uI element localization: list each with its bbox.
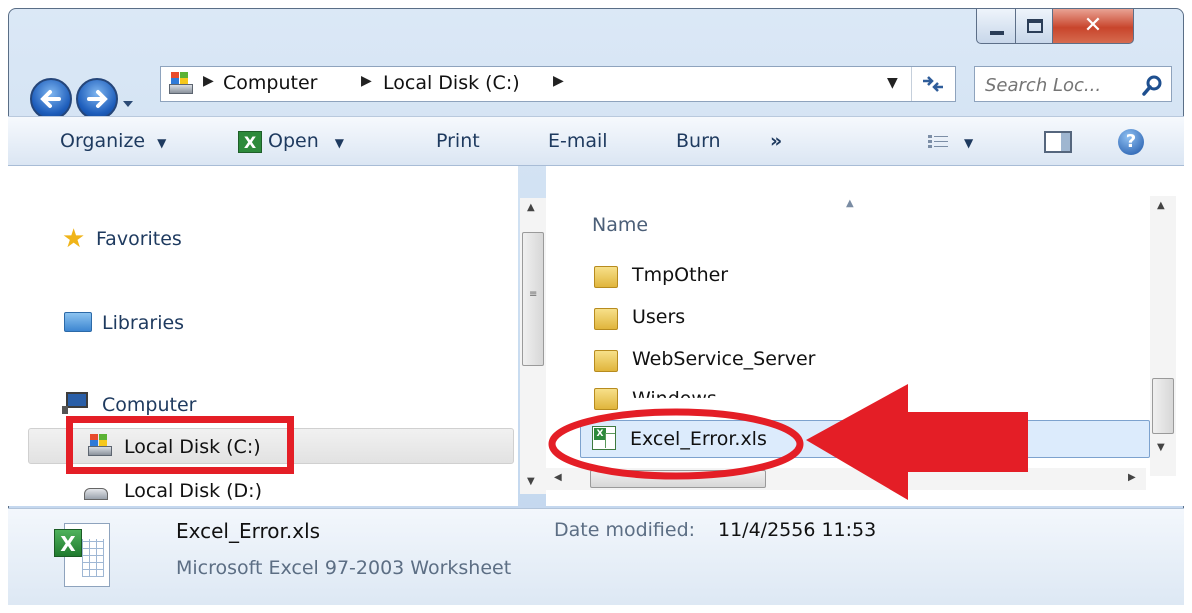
nav-local-disk-d[interactable]: Local Disk (D:) [124, 480, 262, 502]
organize-label: Organize [60, 130, 146, 152]
file-item[interactable]: Users [632, 306, 685, 328]
drive-icon [84, 488, 108, 500]
folder-icon [594, 308, 618, 330]
highlight-rectangle [66, 416, 294, 474]
address-bar[interactable]: ▶ Computer ▶ Local Disk (C:) ▶ ▼ [160, 66, 956, 102]
libraries-icon [64, 312, 92, 332]
chevron-down-icon: ▼ [334, 136, 345, 150]
open-label: Open [268, 130, 319, 152]
close-button[interactable]: ✕ [1052, 8, 1134, 44]
nav-computer[interactable]: Computer [102, 394, 196, 416]
drive-icon [169, 72, 195, 96]
email-button[interactable]: E-mail [548, 117, 608, 165]
breadcrumb-local-disk-c[interactable]: Local Disk (C:) [383, 72, 520, 94]
file-list: Name ▲ TmpOther Users WebService_Server … [546, 166, 1184, 506]
scrollbar-thumb[interactable]: ≡ [522, 232, 544, 366]
excel-file-large-icon: X [52, 523, 112, 589]
open-button[interactable]: X Open ▼ [238, 117, 344, 165]
file-item[interactable]: WebService_Server [632, 348, 815, 370]
star-icon: ★ [62, 224, 86, 254]
chevron-down-icon [123, 101, 133, 107]
folder-icon [594, 266, 618, 288]
navigation-pane: ★ Favorites Libraries Computer Local Dis… [8, 166, 518, 506]
print-label: Print [436, 130, 480, 152]
maximize-icon [1027, 19, 1043, 33]
search-icon [1142, 75, 1162, 96]
maximize-button[interactable] [1015, 8, 1053, 44]
file-item[interactable]: TmpOther [632, 264, 728, 286]
scroll-up-icon[interactable]: ▲ [1157, 200, 1165, 211]
scroll-down-icon[interactable]: ▼ [527, 476, 535, 487]
details-filename: Excel_Error.xls [176, 519, 321, 543]
highlight-ellipse [548, 408, 804, 480]
email-label: E-mail [548, 130, 608, 152]
more-commands-button[interactable]: » [770, 117, 782, 165]
breadcrumb-separator-icon: ▶ [361, 73, 372, 89]
minimize-icon [990, 31, 1004, 35]
details-date-value: 11/4/2556 11:53 [718, 519, 877, 541]
refresh-button[interactable] [919, 71, 947, 97]
scroll-down-icon[interactable]: ▼ [1157, 442, 1165, 453]
search-box[interactable] [974, 66, 1172, 102]
details-filetype: Microsoft Excel 97-2003 Worksheet [176, 557, 512, 579]
burn-button[interactable]: Burn [676, 117, 721, 165]
forward-button[interactable] [76, 78, 118, 120]
close-icon: ✕ [1083, 13, 1103, 38]
address-dropdown-icon[interactable]: ▼ [887, 75, 898, 91]
back-arrow-icon [40, 90, 61, 108]
print-button[interactable]: Print [436, 117, 480, 165]
column-header-name[interactable]: Name [592, 214, 648, 236]
preview-pane-icon [1044, 131, 1072, 153]
chevron-down-icon: ▼ [964, 136, 974, 150]
change-view-button[interactable]: ▼ [928, 117, 973, 165]
burn-label: Burn [676, 130, 721, 152]
divider [911, 67, 912, 101]
folder-icon [594, 350, 618, 372]
organize-button[interactable]: Organize ▼ [60, 117, 166, 165]
annotation-arrow [806, 384, 1028, 500]
search-input[interactable] [983, 71, 1137, 99]
forward-arrow-icon [87, 90, 108, 108]
nav-favorites[interactable]: Favorites [96, 228, 182, 250]
more-label: » [770, 130, 783, 152]
scroll-up-icon[interactable]: ▲ [527, 202, 535, 213]
excel-icon: X [238, 130, 262, 153]
chevron-down-icon: ▼ [157, 136, 167, 150]
breadcrumb-computer[interactable]: Computer [223, 72, 317, 94]
file-list-scrollbar[interactable]: ▲ ▼ [1150, 196, 1176, 476]
breadcrumb-separator-icon: ▶ [203, 73, 214, 89]
scrollbar-thumb[interactable] [1152, 378, 1174, 434]
sort-arrow-icon: ▲ [846, 198, 854, 209]
command-bar: Organize ▼ X Open ▼ Print E-mail Burn » ▼… [8, 116, 1184, 166]
scroll-right-icon[interactable]: ▶ [1128, 472, 1136, 483]
recent-pages-button[interactable] [121, 94, 135, 113]
help-icon: ? [1118, 129, 1144, 155]
nav-libraries[interactable]: Libraries [102, 312, 184, 334]
minimize-button[interactable] [976, 8, 1016, 44]
back-button[interactable] [30, 78, 72, 120]
nav-scrollbar[interactable]: ▲ ≡ ▼ [520, 198, 546, 494]
details-pane: X Excel_Error.xls Microsoft Excel 97-200… [8, 508, 1184, 605]
computer-icon [62, 392, 90, 414]
details-date-label: Date modified: [554, 519, 696, 541]
view-details-icon [928, 134, 948, 148]
refresh-icon [923, 76, 943, 92]
breadcrumb-separator-icon: ▶ [553, 73, 564, 89]
